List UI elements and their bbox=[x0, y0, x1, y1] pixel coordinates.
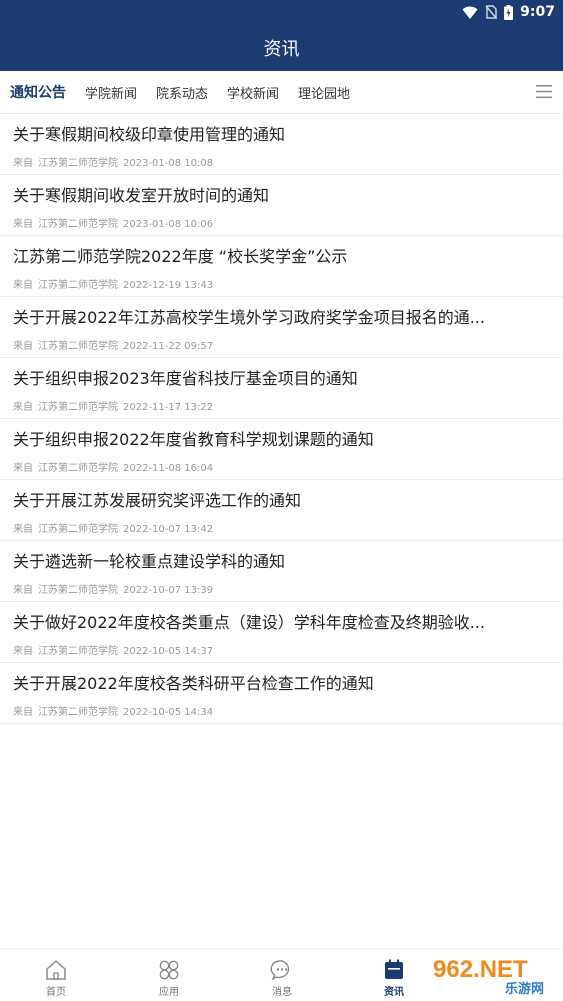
news-source: 江苏第二师范学院 bbox=[38, 585, 118, 596]
news-source: 江苏第二师范学院 bbox=[38, 280, 118, 291]
news-source: 江苏第二师范学院 bbox=[38, 219, 118, 230]
battery-icon bbox=[504, 4, 514, 20]
source-prefix: 来自 bbox=[13, 402, 33, 413]
tab-theory[interactable]: 理论园地 bbox=[298, 83, 350, 102]
source-prefix: 来自 bbox=[13, 463, 33, 474]
tab-department-news[interactable]: 院系动态 bbox=[156, 83, 208, 102]
home-icon bbox=[46, 960, 66, 980]
nav-news[interactable]: 资讯 bbox=[364, 949, 424, 1001]
news-time: 2022-12-19 13:43 bbox=[123, 280, 214, 291]
watermark-text-bottom: 乐游网 bbox=[505, 981, 544, 996]
news-time: 2022-10-05 14:37 bbox=[123, 646, 214, 657]
nav-messages-label: 消息 bbox=[272, 987, 292, 998]
status-time: 9:07 bbox=[520, 4, 555, 20]
news-source: 江苏第二师范学院 bbox=[38, 402, 118, 413]
nav-home[interactable]: 首页 bbox=[26, 949, 86, 1001]
news-meta: 来自 江苏第二师范学院 2022-10-05 14:34 bbox=[13, 703, 218, 718]
news-title: 江苏第二师范学院2022年度 “校长奖学金”公示 bbox=[13, 247, 348, 266]
news-time: 2022-10-07 13:39 bbox=[123, 585, 214, 596]
list-item[interactable]: 关于组织申报2022年度省教育科学规划课题的通知 来自 江苏第二师范学院 2022-… bbox=[0, 419, 563, 480]
news-meta: 来自 江苏第二师范学院 2023-01-08 10:06 bbox=[13, 215, 218, 230]
news-title: 关于遴选新一轮校重点建设学科的通知 bbox=[13, 552, 286, 571]
news-meta: 来自 江苏第二师范学院 2022-10-05 14:37 bbox=[13, 642, 218, 657]
status-icons: 9:07 bbox=[462, 3, 555, 21]
nav-messages[interactable]: 消息 bbox=[252, 949, 312, 1001]
list-item[interactable]: 关于寒假期间收发室开放时间的通知 来自 江苏第二师范学院 2023-01-08 10… bbox=[0, 175, 563, 236]
tab-list: 通知公告 学院新闻 院系动态 学校新闻 理论园地 bbox=[0, 71, 369, 113]
source-prefix: 来自 bbox=[13, 219, 33, 230]
news-title: 关于做好2022年度校各类重点（建设）学科年度检查及终期验收... bbox=[13, 613, 485, 632]
list-item[interactable]: 关于开展2022年江苏高校学生境外学习政府奖学金项目报名的通... 来自 江苏第二… bbox=[0, 297, 563, 358]
tab-college-news[interactable]: 学院新闻 bbox=[85, 83, 137, 102]
app-header: 资讯 bbox=[0, 24, 563, 71]
news-meta: 来自 江苏第二师范学院 2022-12-19 13:43 bbox=[13, 276, 218, 291]
news-meta: 来自 江苏第二师范学院 2022-11-17 13:22 bbox=[13, 398, 218, 413]
wifi-icon bbox=[462, 6, 478, 19]
news-title: 关于开展江苏发展研究奖评选工作的通知 bbox=[13, 491, 302, 510]
watermark-logo: 962.NET 乐游网 bbox=[425, 951, 558, 996]
status-bar: 9:07 bbox=[0, 0, 563, 24]
source-prefix: 来自 bbox=[13, 585, 33, 596]
page-title: 资讯 bbox=[263, 38, 300, 60]
news-title: 关于组织申报2023年度省科技厅基金项目的通知 bbox=[13, 369, 358, 388]
source-prefix: 来自 bbox=[13, 524, 33, 535]
source-prefix: 来自 bbox=[13, 646, 33, 657]
no-sim-icon bbox=[485, 5, 498, 19]
tab-notice[interactable]: 通知公告 bbox=[10, 82, 66, 102]
nav-apps-label: 应用 bbox=[159, 987, 179, 998]
menu-icon[interactable] bbox=[536, 84, 552, 99]
source-prefix: 来自 bbox=[13, 341, 33, 352]
list-item[interactable]: 江苏第二师范学院2022年度 “校长奖学金”公示 来自 江苏第二师范学院 2022-… bbox=[0, 236, 563, 297]
news-time: 2022-11-22 09:57 bbox=[123, 341, 214, 352]
news-time: 2023-01-08 10:08 bbox=[123, 158, 214, 169]
news-source: 江苏第二师范学院 bbox=[38, 646, 118, 657]
news-title: 关于寒假期间收发室开放时间的通知 bbox=[13, 186, 270, 205]
list-item[interactable]: 关于组织申报2023年度省科技厅基金项目的通知 来自 江苏第二师范学院 2022-1… bbox=[0, 358, 563, 419]
message-icon bbox=[270, 960, 290, 981]
tab-school-news[interactable]: 学校新闻 bbox=[227, 83, 279, 102]
list-item[interactable]: 关于寒假期间校级印章使用管理的通知 来自 江苏第二师范学院 2023-01-08 1… bbox=[0, 114, 563, 175]
nav-home-label: 首页 bbox=[46, 987, 66, 998]
news-meta: 来自 江苏第二师范学院 2022-10-07 13:39 bbox=[13, 581, 218, 596]
news-list: 关于寒假期间校级印章使用管理的通知 来自 江苏第二师范学院 2023-01-08 1… bbox=[0, 114, 563, 724]
news-icon bbox=[385, 959, 403, 979]
news-title: 关于开展2022年度校各类科研平台检查工作的通知 bbox=[13, 674, 374, 693]
news-source: 江苏第二师范学院 bbox=[38, 341, 118, 352]
news-source: 江苏第二师范学院 bbox=[38, 158, 118, 169]
news-time: 2023-01-08 10:06 bbox=[123, 219, 214, 230]
news-time: 2022-11-08 16:04 bbox=[123, 463, 214, 474]
source-prefix: 来自 bbox=[13, 158, 33, 169]
category-tab-bar: 通知公告 学院新闻 院系动态 学校新闻 理论园地 bbox=[0, 71, 563, 114]
source-prefix: 来自 bbox=[13, 280, 33, 291]
list-item[interactable]: 关于开展2022年度校各类科研平台检查工作的通知 来自 江苏第二师范学院 2022-… bbox=[0, 663, 563, 724]
list-item[interactable]: 关于开展江苏发展研究奖评选工作的通知 来自 江苏第二师范学院 2022-10-07 … bbox=[0, 480, 563, 541]
news-meta: 来自 江苏第二师范学院 2022-10-07 13:42 bbox=[13, 520, 218, 535]
watermark-text-top: 962.NET bbox=[433, 956, 528, 983]
nav-news-label: 资讯 bbox=[384, 987, 404, 998]
news-meta: 来自 江苏第二师范学院 2022-11-08 16:04 bbox=[13, 459, 218, 474]
news-title: 关于组织申报2022年度省教育科学规划课题的通知 bbox=[13, 430, 374, 449]
news-time: 2022-11-17 13:22 bbox=[123, 402, 214, 413]
news-meta: 来自 江苏第二师范学院 2022-11-22 09:57 bbox=[13, 337, 218, 352]
apps-icon bbox=[159, 960, 179, 980]
news-title: 关于开展2022年江苏高校学生境外学习政府奖学金项目报名的通... bbox=[13, 308, 485, 327]
news-time: 2022-10-07 13:42 bbox=[123, 524, 214, 535]
news-time: 2022-10-05 14:34 bbox=[123, 707, 214, 718]
news-source: 江苏第二师范学院 bbox=[38, 707, 118, 718]
source-prefix: 来自 bbox=[13, 707, 33, 718]
news-source: 江苏第二师范学院 bbox=[38, 524, 118, 535]
news-meta: 来自 江苏第二师范学院 2023-01-08 10:08 bbox=[13, 154, 218, 169]
list-item[interactable]: 关于遴选新一轮校重点建设学科的通知 来自 江苏第二师范学院 2022-10-07 1… bbox=[0, 541, 563, 602]
nav-apps[interactable]: 应用 bbox=[139, 949, 199, 1001]
news-source: 江苏第二师范学院 bbox=[38, 463, 118, 474]
list-item[interactable]: 关于做好2022年度校各类重点（建设）学科年度检查及终期验收... 来自 江苏第二… bbox=[0, 602, 563, 663]
news-title: 关于寒假期间校级印章使用管理的通知 bbox=[13, 125, 286, 144]
